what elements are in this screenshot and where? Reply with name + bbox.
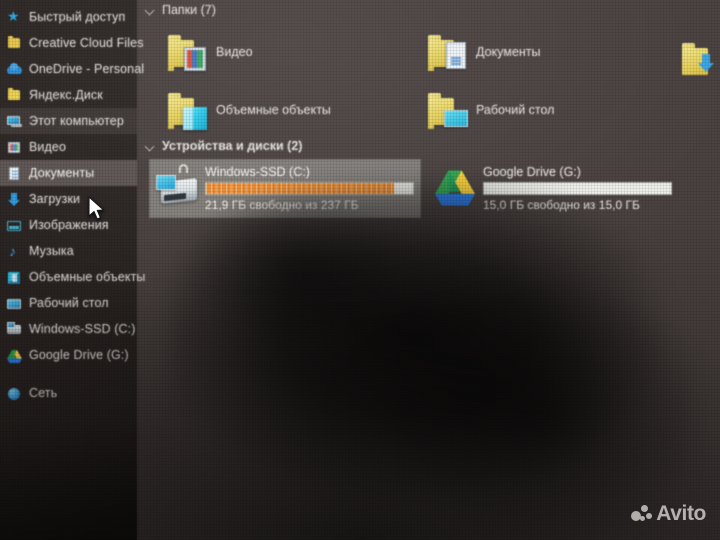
folder-label: Документы [476,45,541,59]
sidebar-divider [0,368,137,380]
documents-folder-icon [7,166,22,181]
desktop-icon [7,296,22,311]
sidebar-item-label: Объемные объекты [29,270,146,284]
folder-item-documents[interactable]: Документы [424,26,540,78]
navigation-pane: ★ Быстрый доступ Creative Cloud Files On… [0,0,145,540]
folder-item-desktop[interactable]: Рабочий стол [424,84,554,136]
sidebar-item-google-drive-g[interactable]: Google Drive (G:) [0,342,137,368]
star-icon: ★ [7,7,20,24]
drive-item-windows-ssd[interactable]: Windows-SSD (C:) 21,9 ГБ свободно из 237… [149,159,421,218]
capacity-bar-fill [206,183,395,194]
sidebar-item-label: Видео [29,140,67,154]
avito-dots-logo [631,504,653,524]
google-drive-icon [7,348,22,363]
sidebar-item-label: Загрузки [29,192,81,206]
sidebar-shadow [0,420,137,540]
drives-section-label: Устройства и диски (2) [162,139,303,153]
3d-objects-folder-icon [164,90,208,130]
drives-section-header[interactable]: Устройства и диски (2) [140,136,720,156]
chevron-down-icon[interactable] [144,4,156,16]
sidebar-item-creative-cloud-files[interactable]: Creative Cloud Files [0,30,143,56]
3d-objects-icon [7,270,22,285]
google-drive-glyph [7,349,22,363]
sidebar-item-label: Документы [29,166,95,180]
google-drive-glyph [435,170,475,206]
sidebar-item-label: Creative Cloud Files [29,36,144,50]
sidebar-item-pictures[interactable]: Изображения [0,212,137,238]
sidebar-item-windows-ssd-c[interactable]: Windows-SSD (C:) [0,316,137,342]
drive-free-space: 15,0 ГБ свободно из 15,0 ГБ [483,198,640,212]
pictures-icon [7,218,22,233]
sidebar-item-label: Музыка [29,244,74,258]
folder-item-downloads-clipped[interactable] [676,38,720,86]
this-pc-icon [7,114,22,129]
capacity-bar [483,182,672,195]
sidebar-item-network[interactable]: Сеть [0,380,137,406]
sidebar-item-label: Windows-SSD (C:) [29,322,136,336]
sidebar-item-label: OneDrive - Personal [29,62,145,76]
videos-folder-icon [7,140,22,155]
sidebar-item-videos[interactable]: Видео [0,134,137,160]
hard-drive-bitlocker-icon [155,164,201,208]
sidebar-item-downloads[interactable]: Загрузки [0,186,137,212]
drive-free-space: 21,9 ГБ свободно из 237 ГБ [205,198,359,212]
downloads-icon [7,192,22,207]
yandex-disk-icon [7,87,22,103]
onedrive-cloud-icon [7,62,22,77]
sidebar-item-this-pc[interactable]: Этот компьютер [0,108,137,134]
lock-icon [177,164,190,176]
desktop-folder-icon [424,90,468,130]
documents-folder-icon [424,32,468,72]
sidebar-item-label: Google Drive (G:) [29,348,129,362]
chevron-down-icon[interactable] [144,140,156,152]
sidebar-item-label: Рабочий стол [29,296,109,310]
file-explorer-window: ★ Быстрый доступ Creative Cloud Files On… [0,0,720,540]
folders-grid: Видео Документы Объемные объекты Рабочий… [140,22,720,134]
sidebar-item-documents[interactable]: Документы [0,160,137,186]
sidebar-item-music[interactable]: ♪ Музыка [0,238,137,264]
music-note-icon: ♪ [9,242,16,259]
drive-name: Google Drive (G:) [483,165,581,179]
folders-section-label: Папки (7) [162,3,216,17]
sidebar-item-label: Яндекс.Диск [29,88,103,102]
sidebar-item-3d-objects[interactable]: Объемные объекты [0,264,145,290]
network-globe-icon [7,386,22,401]
mouse-pointer-arrow [88,196,105,220]
avito-watermark-text: Avito [656,502,706,525]
folder-label: Рабочий стол [476,103,555,117]
creative-cloud-icon [7,35,22,51]
drive-name: Windows-SSD (C:) [205,165,310,179]
folders-section-header[interactable]: Папки (7) [140,0,720,20]
drives-grid: Windows-SSD (C:) 21,9 ГБ свободно из 237… [140,159,720,226]
sidebar-item-yandex-disk[interactable]: Яндекс.Диск [0,82,137,108]
google-drive-icon [433,164,479,208]
folder-label: Объемные объекты [216,103,331,117]
capacity-bar [205,182,414,195]
videos-folder-icon [164,32,208,72]
sidebar-item-label: Этот компьютер [29,114,124,128]
folder-label: Видео [216,45,253,59]
sidebar-item-quick-access[interactable]: ★ Быстрый доступ [0,4,137,30]
folder-item-3d-objects[interactable]: Объемные объекты [164,84,331,136]
sidebar-item-desktop[interactable]: Рабочий стол [0,290,137,316]
folder-item-videos[interactable]: Видео [164,26,253,78]
download-arrow-icon [698,54,714,72]
sidebar-item-label: Сеть [29,386,58,400]
drive-item-google-drive[interactable]: Google Drive (G:) 15,0 ГБ свободно из 15… [428,160,678,217]
hard-drive-icon [7,321,22,337]
content-pane: Папки (7) Видео Документы Объемные объек [140,0,720,540]
sidebar-item-onedrive-personal[interactable]: OneDrive - Personal [0,56,144,82]
avito-watermark: Avito [631,502,706,525]
sidebar-item-label: Быстрый доступ [29,10,126,24]
